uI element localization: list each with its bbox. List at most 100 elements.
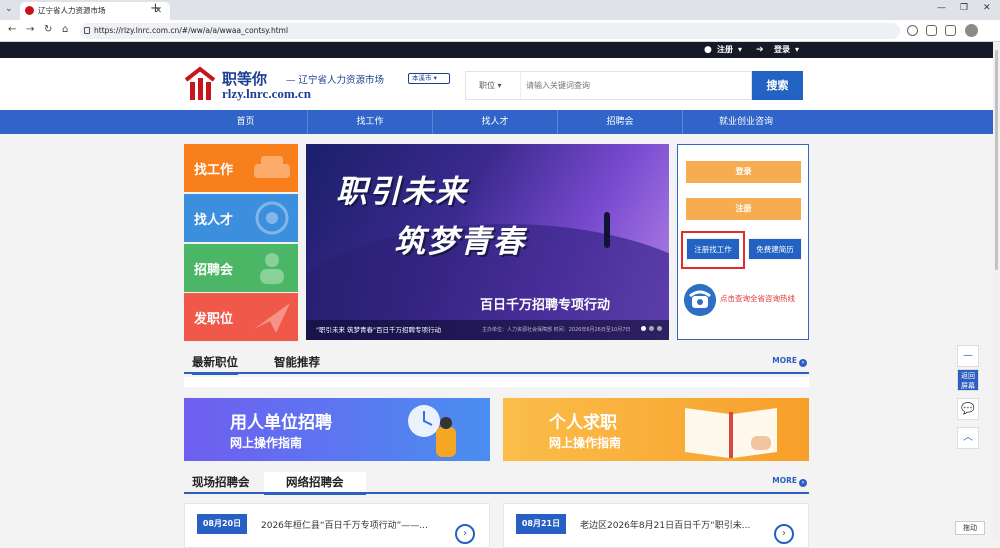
- tab-list-chevron-icon[interactable]: ⌄: [5, 4, 13, 14]
- tab-latest-jobs[interactable]: 最新职位: [192, 352, 238, 375]
- fair-date: 08月21日: [516, 514, 566, 534]
- banner-slogan: 百日千万招聘专项行动: [480, 298, 611, 313]
- fair-card[interactable]: 08月21日 老边区2026年8月21日百日千万“职引未... ›: [503, 503, 809, 548]
- chevron-down-icon: ▾: [738, 45, 743, 54]
- nav-find-talent[interactable]: 找人才: [433, 110, 558, 134]
- tab-onsite-fairs[interactable]: 现场招聘会: [192, 472, 250, 492]
- fair-title: 老边区2026年8月21日百日千万“职引未...: [580, 521, 751, 531]
- city-selector-label: 本溪市: [412, 74, 432, 82]
- user-icon: ●: [704, 45, 712, 55]
- tile-find-talent[interactable]: 找人才: [184, 194, 298, 242]
- fair-card[interactable]: 08月20日 2026年桓仁县“百日千万专项行动”——... ›: [184, 503, 490, 548]
- carousel-dot[interactable]: [641, 326, 646, 331]
- fairs-more-link[interactable]: MORE ›: [772, 476, 807, 487]
- search-box: 职位 ▾: [465, 71, 752, 100]
- search-category-label: 职位: [479, 81, 495, 90]
- forward-icon[interactable]: →: [26, 24, 34, 35]
- jobs-section-header: 最新职位 智能推荐 MORE ›: [184, 352, 809, 375]
- favorites-icon[interactable]: [907, 25, 918, 36]
- jobseeker-guide-banner[interactable]: 个人求职 网上操作指南: [503, 398, 809, 461]
- paper-plane-icon: [254, 303, 290, 333]
- tile-label: 找人才: [194, 213, 234, 228]
- carousel-dot[interactable]: [649, 326, 654, 331]
- site-top-strip: ● 注册 ▾ ➔ 登录 ▾: [0, 42, 993, 58]
- login-button[interactable]: 登录: [686, 161, 801, 183]
- carousel-dot[interactable]: [657, 326, 662, 331]
- extensions-icon[interactable]: [926, 25, 937, 36]
- jobs-list-area: [184, 377, 809, 387]
- home-icon[interactable]: ⌂: [62, 24, 68, 35]
- guide-subtitle: 网上操作指南: [549, 436, 622, 450]
- back-icon[interactable]: ←: [8, 24, 16, 35]
- register-job-button[interactable]: 注册找工作: [686, 238, 740, 260]
- tile-label: 招聘会: [194, 263, 234, 278]
- chevron-right-icon[interactable]: ›: [774, 524, 794, 544]
- back-screen-button[interactable]: 返回屏幕: [957, 369, 979, 391]
- tab-title: 辽宁省人力资源市场: [38, 6, 106, 15]
- book-illustration-icon: [685, 408, 777, 458]
- target-icon: [255, 201, 289, 235]
- chevron-right-icon[interactable]: ›: [455, 524, 475, 544]
- search-input[interactable]: [526, 72, 746, 99]
- address-bar: ← → ↻ ⌂ https://rlzy.lnrc.com.cn/#/ww/a/…: [0, 20, 1000, 42]
- tab-online-fairs[interactable]: 网络招聘会: [264, 472, 366, 495]
- banner-figure-image: [604, 212, 610, 248]
- register-link[interactable]: 注册: [717, 42, 733, 58]
- logo-subtitle: — 辽宁省人力资源市场: [286, 75, 385, 86]
- url-field[interactable]: https://rlzy.lnrc.com.cn/#/ww/a/a/wwaa_c…: [80, 23, 900, 39]
- minimize-icon[interactable]: —: [937, 3, 946, 13]
- browser-tab[interactable]: 辽宁省人力资源市场 ✕: [20, 2, 170, 20]
- phone-icon[interactable]: [684, 284, 716, 316]
- employer-guide-banner[interactable]: 用人单位招聘 网上操作指南: [184, 398, 490, 461]
- jobs-more-link[interactable]: MORE ›: [772, 356, 807, 367]
- profile-avatar[interactable]: [965, 24, 978, 37]
- nav-home[interactable]: 首页: [184, 110, 308, 134]
- clock-illustration-icon: [408, 405, 456, 457]
- close-window-icon[interactable]: ✕: [983, 3, 991, 13]
- chat-icon[interactable]: 💬: [957, 398, 979, 420]
- car-icon: [254, 156, 290, 178]
- maximize-icon[interactable]: ❐: [960, 3, 968, 13]
- tile-find-job[interactable]: 找工作: [184, 144, 298, 192]
- nav-find-job[interactable]: 找工作: [308, 110, 433, 134]
- nav-job-fair[interactable]: 招聘会: [558, 110, 683, 134]
- motion-button[interactable]: 拖动: [955, 521, 985, 535]
- chevron-down-icon: ▾: [795, 45, 800, 54]
- collapse-icon[interactable]: —: [957, 345, 979, 367]
- login-icon: ➔: [756, 45, 764, 55]
- people-icon: [260, 253, 284, 284]
- fairs-section-header: 现场招聘会 网络招聘会 MORE ›: [184, 472, 809, 495]
- tile-job-fair[interactable]: 招聘会: [184, 244, 298, 292]
- new-tab-button[interactable]: +: [150, 1, 161, 16]
- free-resume-button[interactable]: 免费建简历: [748, 238, 802, 260]
- search-button[interactable]: 搜索: [752, 71, 803, 100]
- banner-caption-bar: "职引未来 筑梦青春"百日千万招聘专项行动 主办单位：人力资源社会保障部 时间：…: [306, 320, 669, 340]
- collections-icon[interactable]: [945, 25, 956, 36]
- logo-icon[interactable]: [183, 66, 217, 102]
- more-label: MORE: [772, 356, 797, 365]
- guide-subtitle: 网上操作指南: [230, 436, 303, 450]
- banner-caption: "职引未来 筑梦青春"百日千万招聘专项行动: [316, 326, 442, 334]
- search-category-dropdown[interactable]: 职位 ▾: [466, 72, 521, 99]
- hero-banner[interactable]: 职引未来 筑梦青春 百日千万招聘专项行动 "职引未来 筑梦青春"百日千万招聘专项…: [306, 144, 669, 340]
- login-link[interactable]: 登录: [774, 42, 790, 58]
- site-favicon-icon: [25, 6, 34, 15]
- refresh-icon[interactable]: ↻: [44, 24, 52, 35]
- tile-label: 发职位: [194, 312, 234, 327]
- main-nav: 首页 找工作 找人才 招聘会 就业创业咨询: [0, 110, 993, 134]
- account-panel: 登录 注册 注册找工作 免费建简历 点击查询全省咨询热线: [677, 144, 809, 340]
- tile-post-job[interactable]: 发职位: [184, 293, 298, 341]
- nav-career-consult[interactable]: 就业创业咨询: [683, 110, 809, 134]
- scrollbar-thumb[interactable]: [995, 50, 998, 270]
- city-selector[interactable]: 本溪市 ▾: [408, 73, 450, 84]
- register-button[interactable]: 注册: [686, 198, 801, 220]
- hotline-link[interactable]: 点击查询全省咨询热线: [720, 293, 795, 304]
- banner-title-line1: 职引未来: [336, 174, 468, 210]
- url-text: https://rlzy.lnrc.com.cn/#/ww/a/a/wwaa_c…: [94, 26, 289, 35]
- tab-smart-recommend[interactable]: 智能推荐: [274, 352, 320, 372]
- browser-tab-bar: ⌄ 辽宁省人力资源市场 ✕ + — ❐ ✕: [0, 0, 1000, 20]
- arrow-right-icon: ›: [799, 479, 807, 487]
- lock-icon: [84, 27, 90, 34]
- back-to-top-icon[interactable]: ︿: [957, 427, 979, 449]
- fair-title: 2026年桓仁县“百日千万专项行动”——...: [261, 521, 428, 531]
